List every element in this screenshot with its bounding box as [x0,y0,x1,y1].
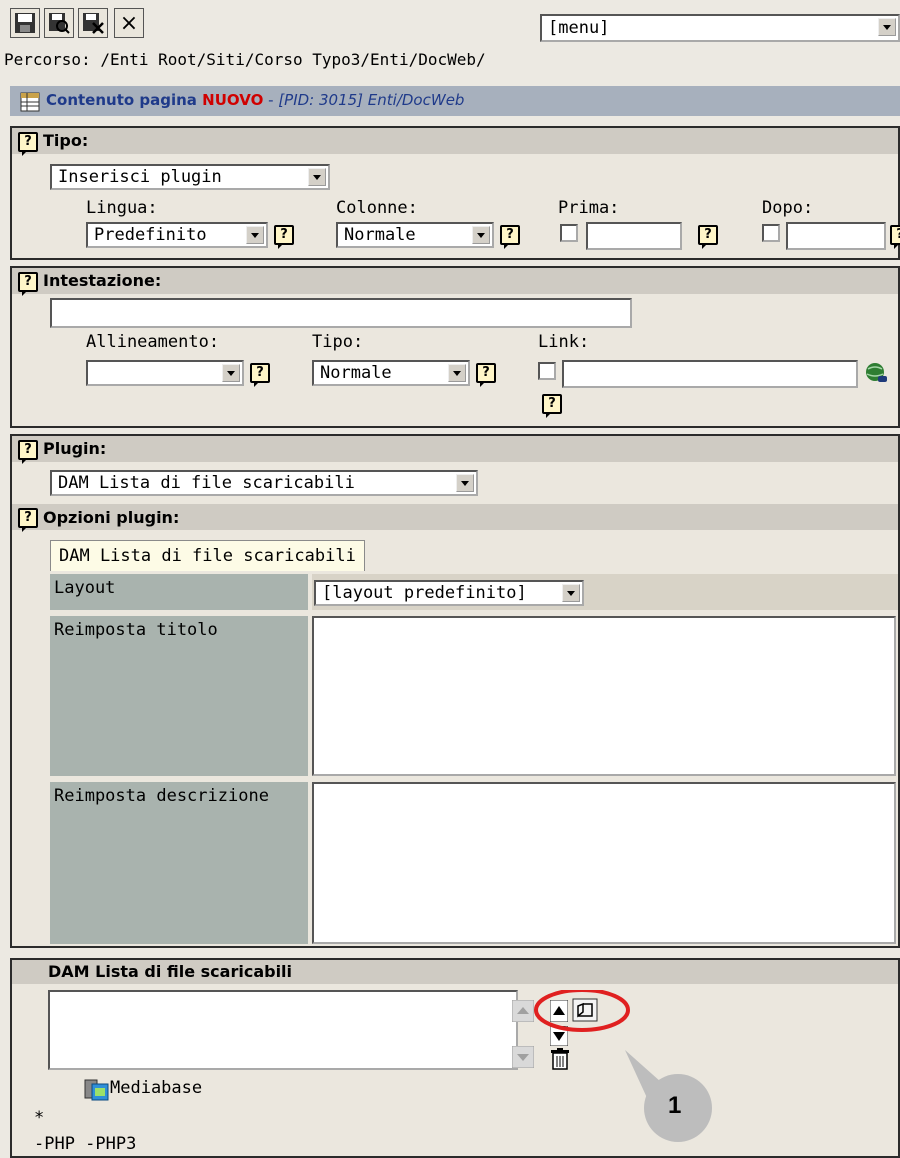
chevron-down-icon [308,168,326,186]
chevron-down-icon [472,226,490,244]
chevron-down-icon [448,364,466,382]
tab-dam-lista[interactable]: DAM Lista di file scaricabili [50,540,365,571]
dopo-input[interactable] [786,222,886,250]
intestazione-input[interactable] [50,298,632,328]
colonne-select[interactable]: Normale [336,222,494,248]
mediabase-icon[interactable] [84,1078,110,1102]
opzioni-plugin-label: Opzioni plugin: [43,508,180,527]
tipo-section: ? Tipo: Inserisci plugin Lingua: Predefi… [10,126,900,260]
chevron-down-icon [878,18,896,36]
chevron-down-icon [222,364,240,382]
help-icon[interactable]: ? [18,132,38,156]
allowed-asterisk: * [34,1108,45,1128]
page-title: Contenuto pagina NUOVO - [PID: 3015] Ent… [46,91,465,109]
annotation-number: 1 [668,1092,682,1119]
dopo-checkbox[interactable] [762,224,780,242]
help-icon[interactable]: ? [18,272,38,296]
page-header-bar: Contenuto pagina NUOVO - [PID: 3015] Ent… [10,86,900,116]
save-disk-icon [15,13,35,33]
save-and-close-icon [83,13,104,34]
plugin-section: ? Plugin: DAM Lista di file scaricabili … [10,434,900,948]
link-checkbox[interactable] [538,362,556,380]
save-button[interactable] [10,8,40,38]
prima-checkbox[interactable] [560,224,578,242]
layout-select[interactable]: [layout predefinito] [314,580,584,606]
status-badge: NUOVO [202,91,264,109]
allineamento-label: Allineamento: [86,332,220,352]
plugin-select[interactable]: DAM Lista di file scaricabili [50,470,478,496]
save-and-view-icon [49,13,70,34]
menu-select[interactable]: [menu] [540,14,900,42]
help-icon[interactable]: ? [476,363,496,387]
help-icon[interactable]: ? [890,225,900,249]
flexform-panel: Layout [layout predefinito] Reimposta ti… [50,574,898,946]
path-breadcrumb: Percorso: /Enti Root/Siti/Corso Typo3/En… [4,50,486,69]
link-input[interactable] [562,360,858,388]
dam-section: DAM Lista di file scaricabili Mediabase … [10,958,900,1158]
intestazione-section: ? Intestazione: Allineamento: ? Tipo: No… [10,266,900,428]
chevron-down-icon [246,226,264,244]
help-icon[interactable]: ? [542,394,562,418]
help-icon[interactable]: ? [18,508,38,532]
tipo-label: Tipo: [43,131,89,150]
chevron-down-icon [456,474,474,492]
help-icon[interactable]: ? [18,440,38,464]
tipo-select[interactable]: Inserisci plugin [50,164,330,190]
link-browser-globe-icon[interactable] [864,361,888,385]
help-icon[interactable]: ? [250,363,270,387]
reimposta-titolo-textarea[interactable] [312,616,896,776]
lingua-select[interactable]: Predefinito [86,222,268,248]
reimposta-titolo-label: Reimposta titolo [54,620,218,640]
allineamento-select[interactable] [86,360,244,386]
plugin-label: Plugin: [43,439,107,458]
save-and-close-button[interactable] [78,8,108,38]
content-table-icon [20,92,40,112]
dam-file-list[interactable] [48,990,518,1070]
layout-label: Layout [54,578,116,598]
help-icon[interactable]: ? [274,225,294,249]
intestazione-tipo-label: Tipo: [312,332,364,352]
colonne-label: Colonne: [336,198,418,218]
prima-input[interactable] [586,222,682,250]
dam-label: DAM Lista di file scaricabili [48,962,293,981]
save-and-view-button[interactable] [44,8,74,38]
help-icon[interactable]: ? [698,225,718,249]
reimposta-descrizione-textarea[interactable] [312,782,896,944]
prima-label: Prima: [558,198,620,218]
disallowed-extensions: -PHP -PHP3 [34,1134,137,1154]
close-button[interactable]: × [114,8,144,38]
lingua-label: Lingua: [86,198,158,218]
annotation-callout [534,990,712,1142]
intestazione-tipo-select[interactable]: Normale [312,360,470,386]
page-pid: [PID: 3015] Enti/DocWeb [278,91,465,109]
chevron-down-icon [562,584,580,602]
intestazione-label: Intestazione: [43,271,162,290]
help-icon[interactable]: ? [500,225,520,249]
close-icon: × [119,10,139,36]
mediabase-link[interactable]: Mediabase [110,1078,202,1098]
reimposta-descrizione-label: Reimposta descrizione [54,786,269,806]
dopo-label: Dopo: [762,198,814,218]
link-label: Link: [538,332,590,352]
